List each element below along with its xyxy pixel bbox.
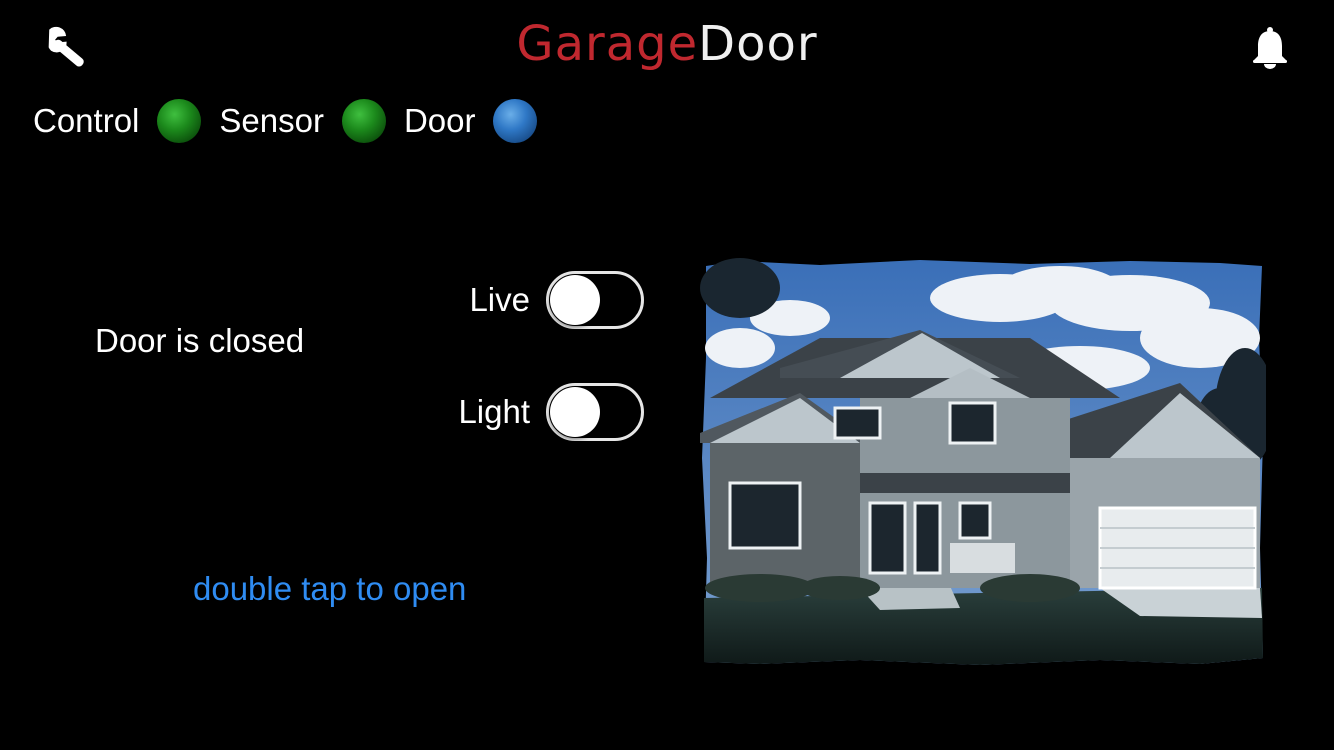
garage-camera-image[interactable] <box>700 258 1266 668</box>
door-status-led <box>493 99 538 143</box>
control-status-label: Control <box>33 102 140 139</box>
door-state-text: Door is closed <box>95 322 305 359</box>
live-toggle-knob <box>550 275 600 325</box>
sensor-status-label: Sensor <box>219 102 324 139</box>
double-tap-open-button[interactable]: double tap to open <box>193 570 466 608</box>
app-title: GarageDoor <box>0 16 1334 72</box>
live-toggle-label: Live <box>469 281 530 318</box>
app-title-part1: Garage <box>516 16 699 72</box>
door-status-label: Door <box>403 102 476 139</box>
sensor-status-led <box>341 99 386 143</box>
light-toggle-label: Light <box>458 393 530 430</box>
light-toggle-row: Light <box>458 383 644 441</box>
control-status-led <box>157 99 202 143</box>
light-toggle-switch[interactable] <box>546 383 644 441</box>
house-image <box>700 258 1266 665</box>
status-indicators: Control Sensor Door <box>33 98 555 144</box>
garage-door-screen: GarageDoor Control Sensor Door Door is c… <box>0 0 1334 750</box>
app-title-part2: Door <box>698 16 818 72</box>
live-toggle-row: Live <box>469 271 644 329</box>
light-toggle-knob <box>550 387 600 437</box>
notifications-button[interactable] <box>1250 26 1290 70</box>
live-toggle-switch[interactable] <box>546 271 644 329</box>
bell-icon <box>1253 27 1287 69</box>
